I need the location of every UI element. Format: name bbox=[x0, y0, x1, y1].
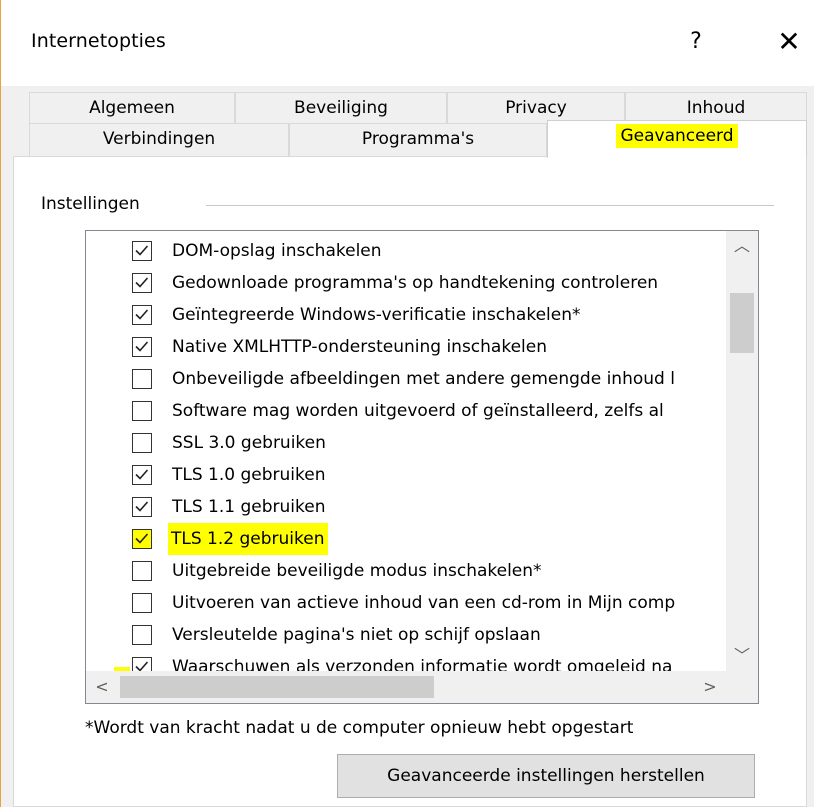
checkbox-checked[interactable] bbox=[132, 529, 152, 549]
checkmark-icon bbox=[135, 661, 149, 671]
settings-list: DOM-opslag inschakelen Gedownloade progra… bbox=[86, 231, 726, 671]
tab-programmas[interactable]: Programma's bbox=[289, 123, 547, 156]
horizontal-scroll-thumb[interactable] bbox=[120, 676, 434, 698]
setting-label: TLS 1.2 gebruiken bbox=[168, 523, 328, 555]
horizontal-scrollbar[interactable]: < > bbox=[86, 671, 726, 703]
setting-label: Uitvoeren van actieve inhoud van een cd-… bbox=[172, 593, 676, 613]
checkbox-unchecked[interactable] bbox=[132, 433, 152, 453]
reset-advanced-settings-button[interactable]: Geavanceerde instellingen herstellen bbox=[337, 754, 755, 798]
setting-label: Geïntegreerde Windows-verificatie inscha… bbox=[172, 305, 581, 325]
help-button[interactable]: ? bbox=[681, 24, 711, 60]
setting-label: Waarschuwen als verzonden informatie wor… bbox=[172, 657, 673, 671]
setting-label: SSL 3.0 gebruiken bbox=[172, 433, 326, 453]
setting-label: Native XMLHTTP-ondersteuning inschakelen bbox=[172, 337, 547, 357]
checkmark-icon bbox=[135, 309, 149, 320]
checkbox-unchecked[interactable] bbox=[132, 401, 152, 421]
tab-geavanceerd-label: Geavanceerd bbox=[616, 124, 738, 148]
vertical-scroll-thumb[interactable] bbox=[730, 293, 754, 353]
internet-options-dialog: Internetopties ? ✕ Algemeen Beveiliging … bbox=[0, 0, 814, 807]
checkbox-unchecked[interactable] bbox=[132, 561, 152, 581]
tab-verbindingen[interactable]: Verbindingen bbox=[29, 123, 289, 156]
group-divider bbox=[206, 205, 774, 206]
checkmark-icon bbox=[135, 245, 149, 256]
setting-label: Gedownloade programma's op handtekening … bbox=[172, 273, 659, 293]
checkmark-icon bbox=[135, 469, 149, 480]
tab-algemeen[interactable]: Algemeen bbox=[29, 92, 235, 125]
close-button[interactable]: ✕ bbox=[771, 22, 807, 62]
checkbox-checked[interactable] bbox=[132, 657, 152, 671]
scroll-left-arrow-icon[interactable]: < bbox=[86, 671, 118, 703]
checkbox-unchecked[interactable] bbox=[132, 369, 152, 389]
dialog-client-area: Algemeen Beveiliging Privacy Inhoud Verb… bbox=[1, 86, 814, 807]
checkbox-checked[interactable] bbox=[132, 337, 152, 357]
checkbox-checked[interactable] bbox=[132, 273, 152, 293]
scroll-right-arrow-icon[interactable]: > bbox=[694, 671, 726, 703]
window-title: Internetopties bbox=[31, 30, 166, 52]
checkmark-icon bbox=[135, 341, 149, 352]
checkmark-icon bbox=[135, 501, 149, 512]
settings-group-label: Instellingen bbox=[41, 194, 144, 214]
scroll-up-arrow-icon[interactable]: ︿ bbox=[726, 231, 758, 261]
setting-label: TLS 1.1 gebruiken bbox=[172, 497, 326, 517]
checkmark-icon bbox=[135, 277, 149, 288]
title-bar: Internetopties ? ✕ bbox=[1, 0, 814, 86]
setting-label: Onbeveiligde afbeeldingen met andere gem… bbox=[172, 369, 675, 389]
setting-label: Versleutelde pagina's niet op schijf ops… bbox=[172, 625, 541, 645]
scrollbar-corner bbox=[726, 671, 758, 703]
checkmark-icon bbox=[135, 533, 149, 544]
setting-label: Software mag worden uitgevoerd of geïnst… bbox=[172, 401, 664, 421]
checkbox-checked[interactable] bbox=[132, 241, 152, 261]
setting-label: DOM-opslag inschakelen bbox=[172, 241, 382, 261]
scroll-down-arrow-icon[interactable]: ﹀ bbox=[726, 641, 758, 671]
tab-beveiliging[interactable]: Beveiliging bbox=[235, 92, 447, 125]
setting-label: Uitgebreide beveiligde modus inschakelen… bbox=[172, 561, 542, 581]
checkbox-checked[interactable] bbox=[132, 305, 152, 325]
checkbox-checked[interactable] bbox=[132, 497, 152, 517]
checkbox-unchecked[interactable] bbox=[132, 593, 152, 613]
restart-footnote: *Wordt van kracht nadat u de computer op… bbox=[85, 718, 634, 738]
settings-listbox[interactable]: DOM-opslag inschakelen Gedownloade progra… bbox=[85, 230, 759, 704]
checkbox-checked[interactable] bbox=[132, 465, 152, 485]
tab-geavanceerd[interactable]: Geavanceerd bbox=[547, 120, 807, 158]
checkbox-unchecked[interactable] bbox=[132, 625, 152, 645]
setting-label: TLS 1.0 gebruiken bbox=[172, 465, 326, 485]
vertical-scrollbar[interactable]: ︿ ﹀ bbox=[726, 231, 758, 671]
